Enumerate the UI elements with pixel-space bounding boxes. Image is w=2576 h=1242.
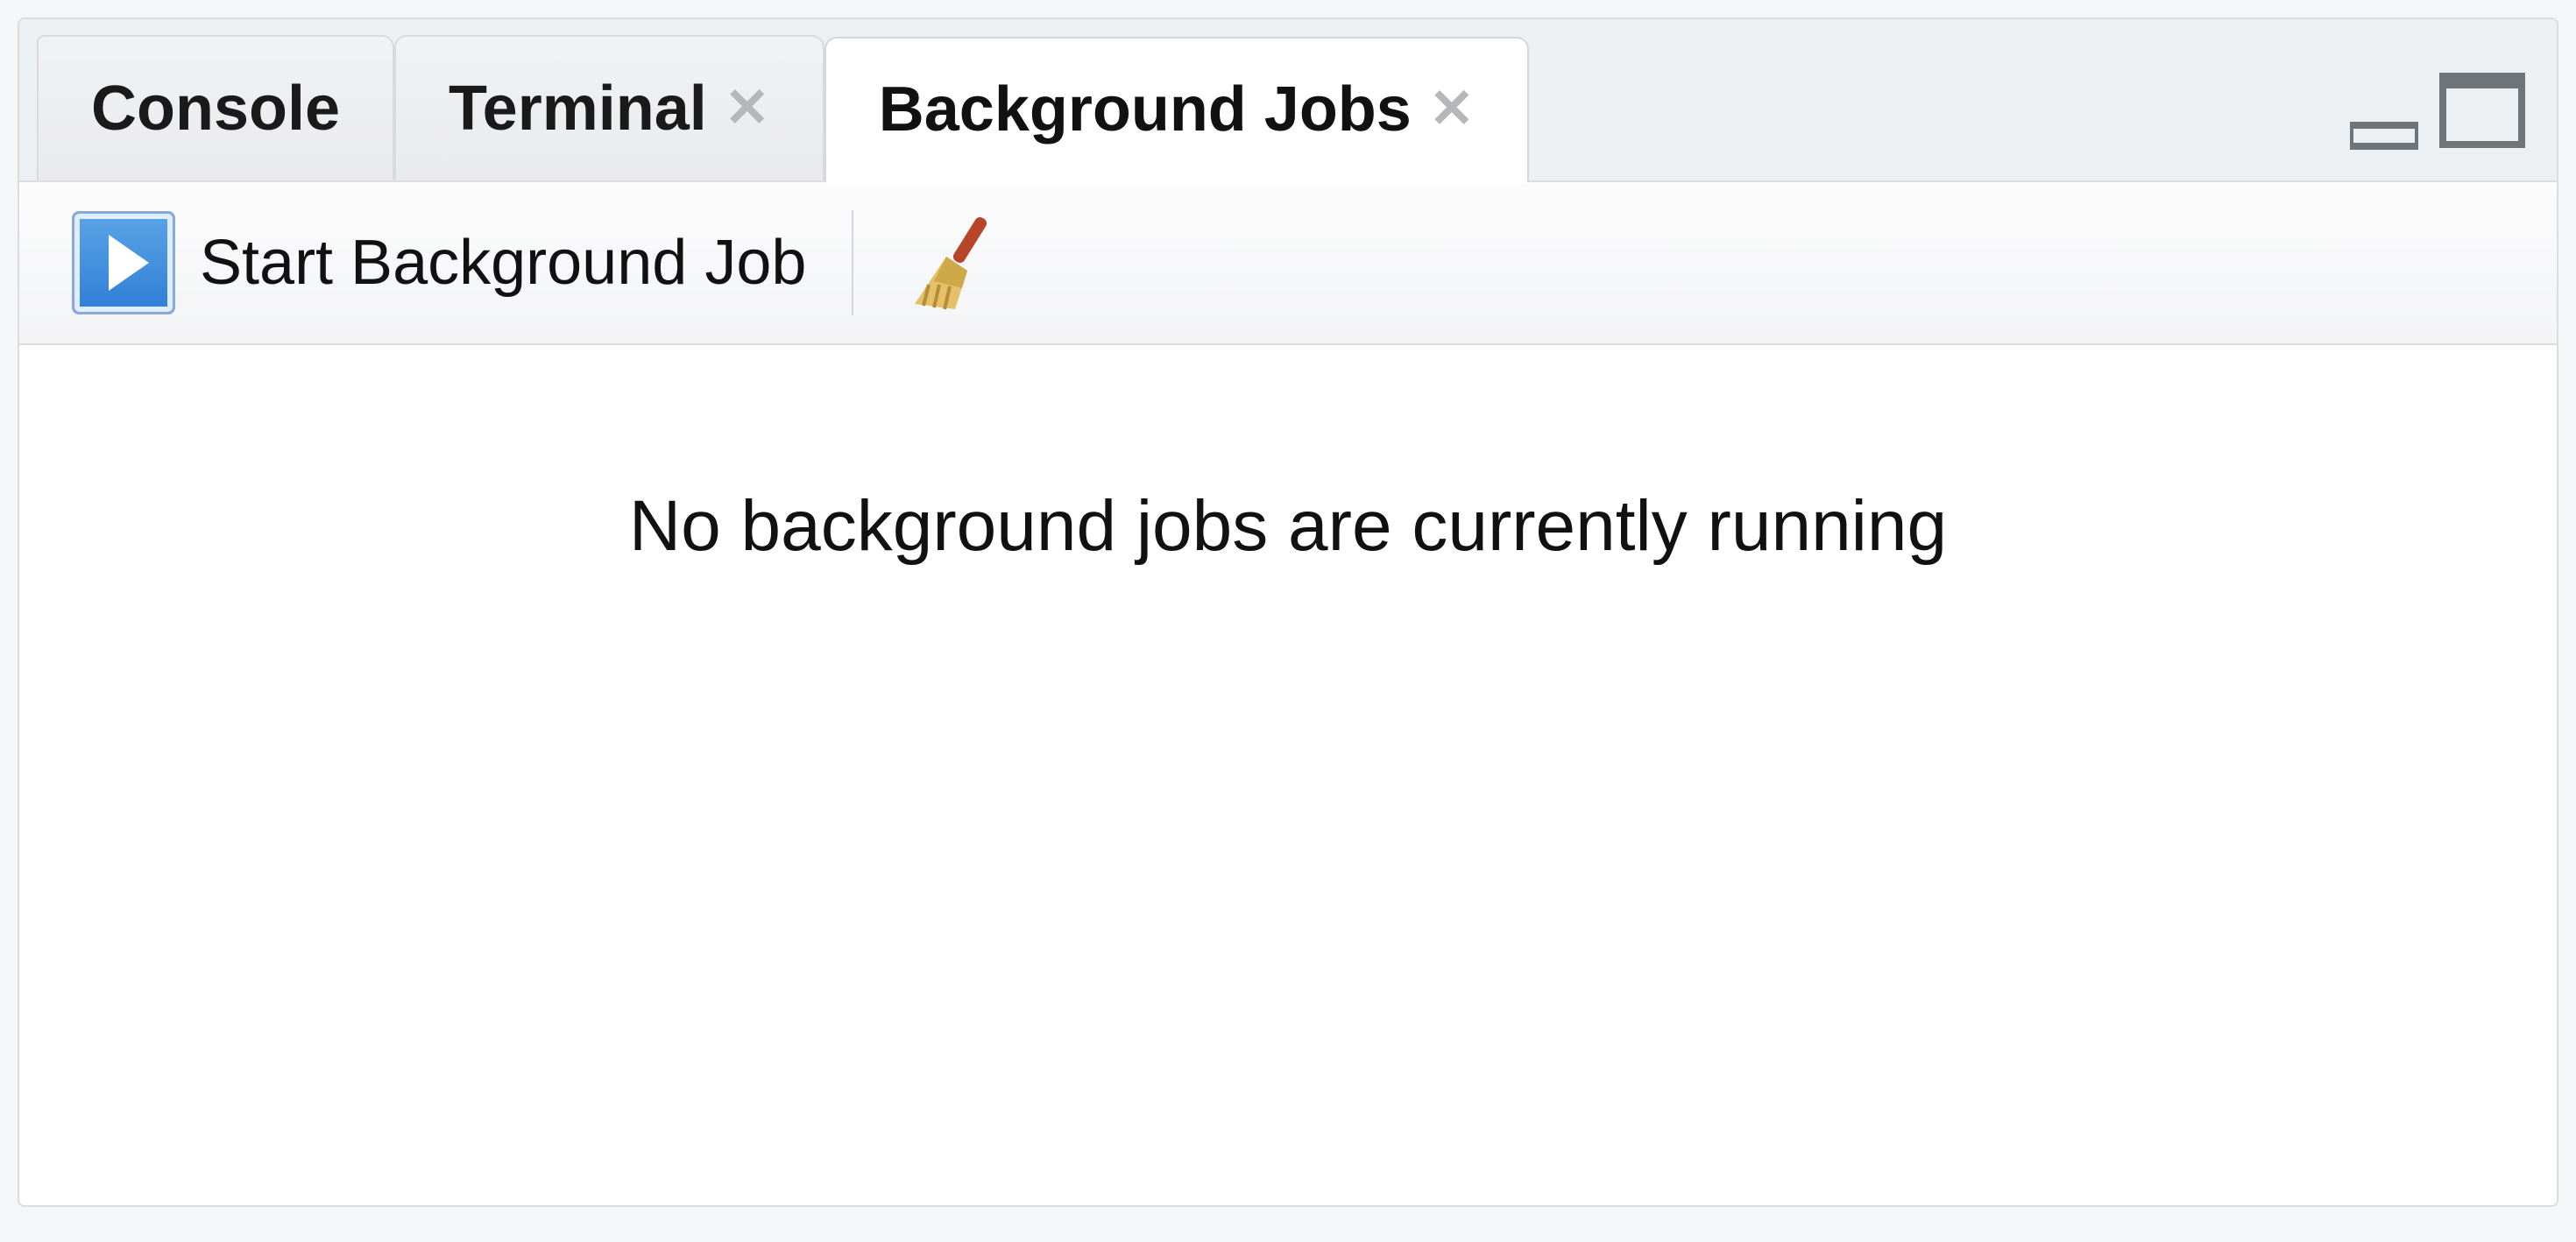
tab-console[interactable]: Console bbox=[37, 35, 394, 180]
start-background-job-button[interactable]: Start Background Job bbox=[72, 211, 806, 314]
toolbar-separator bbox=[852, 210, 853, 315]
tab-bar: Console Terminal ✕ Background Jobs ✕ bbox=[19, 19, 2557, 182]
maximize-pane-icon[interactable] bbox=[2439, 66, 2525, 156]
close-icon[interactable]: ✕ bbox=[725, 81, 770, 136]
background-jobs-panel: Console Terminal ✕ Background Jobs ✕ bbox=[18, 18, 2558, 1207]
tab-terminal-label: Terminal bbox=[449, 73, 707, 145]
jobs-content-area: No background jobs are currently running bbox=[19, 345, 2557, 568]
clear-jobs-button[interactable] bbox=[899, 209, 1002, 317]
toolbar: Start Background Job bbox=[19, 182, 2557, 345]
pane-view-controls bbox=[2350, 66, 2525, 156]
empty-state-message: No background jobs are currently running bbox=[89, 485, 2487, 568]
tab-terminal[interactable]: Terminal ✕ bbox=[394, 35, 824, 180]
tab-background-jobs[interactable]: Background Jobs ✕ bbox=[824, 37, 1529, 182]
play-icon bbox=[72, 211, 175, 314]
broom-icon bbox=[899, 209, 1002, 317]
tab-console-label: Console bbox=[91, 73, 340, 145]
start-background-job-label: Start Background Job bbox=[200, 227, 806, 299]
close-icon[interactable]: ✕ bbox=[1429, 82, 1475, 137]
tab-background-jobs-label: Background Jobs bbox=[879, 74, 1412, 145]
minimize-pane-icon[interactable] bbox=[2350, 83, 2418, 156]
